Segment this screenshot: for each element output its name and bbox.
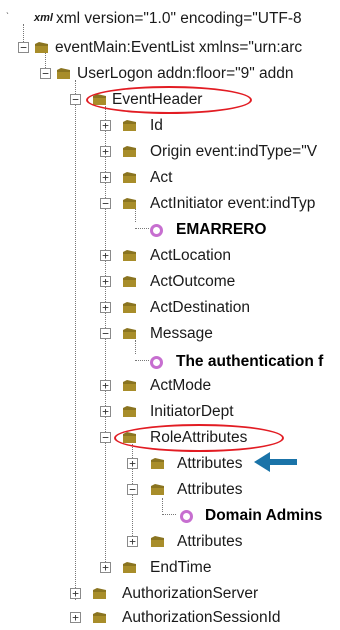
tree-node-end-time[interactable]: + EndTime: [0, 556, 340, 580]
highlight-ellipse: [86, 86, 252, 114]
folder-icon: [123, 328, 136, 339]
tree-node-id[interactable]: + Id: [0, 114, 340, 138]
collapse-icon[interactable]: −: [127, 484, 138, 495]
expand-icon[interactable]: +: [100, 302, 111, 313]
tree-node-act-outcome[interactable]: + ActOutcome: [0, 270, 340, 294]
tree-node-act-mode[interactable]: + ActMode: [0, 374, 340, 398]
folder-icon: [35, 42, 48, 53]
tree-node-act[interactable]: + Act: [0, 166, 340, 190]
tree-node-user-logon[interactable]: − UserLogon addn:floor="9" addn: [0, 62, 340, 86]
expand-icon[interactable]: +: [127, 458, 138, 469]
folder-icon: [151, 458, 164, 469]
node-value-label: Domain Admins: [205, 507, 323, 524]
tree-node-domain-admins[interactable]: Domain Admins: [0, 504, 340, 528]
folder-icon: [123, 380, 136, 391]
tree-node-initiator-dept[interactable]: + InitiatorDept: [0, 400, 340, 424]
caret-mark: ˎ: [6, 4, 10, 15]
collapse-icon[interactable]: −: [100, 432, 111, 443]
collapse-icon[interactable]: −: [40, 68, 51, 79]
collapse-icon[interactable]: −: [18, 42, 29, 53]
collapse-icon[interactable]: −: [70, 94, 81, 105]
text-value-icon: [180, 510, 193, 523]
folder-icon: [123, 562, 136, 573]
folder-icon: [123, 146, 136, 157]
tree-node-message[interactable]: − Message: [0, 322, 340, 346]
node-label: EndTime: [150, 559, 212, 576]
node-label: Message: [150, 325, 213, 342]
folder-icon: [123, 302, 136, 313]
expand-icon[interactable]: +: [100, 146, 111, 157]
expand-icon[interactable]: +: [100, 406, 111, 417]
node-label: AuthorizationSessionId: [122, 609, 281, 626]
node-label: Attributes: [177, 533, 243, 550]
folder-icon: [151, 536, 164, 547]
expand-icon[interactable]: +: [100, 172, 111, 183]
tree-node-root[interactable]: − eventMain:EventList xmlns="urn:arc: [0, 36, 340, 60]
tree-node-origin[interactable]: + Origin event:indType="V: [0, 140, 340, 164]
tree-node-act-location[interactable]: + ActLocation: [0, 244, 340, 268]
node-label: ActMode: [150, 377, 212, 394]
expand-icon[interactable]: +: [70, 612, 81, 623]
xml-tree-view: ˎ xml xml version="1.0" encoding="UTF-8 …: [0, 0, 340, 627]
expand-icon[interactable]: +: [127, 536, 138, 547]
node-label: InitiatorDept: [150, 403, 234, 420]
node-label: ActInitiator event:indTyp: [150, 195, 316, 212]
folder-icon: [93, 588, 106, 599]
expand-icon[interactable]: +: [70, 588, 81, 599]
folder-icon: [57, 68, 70, 79]
highlight-ellipse: [114, 424, 284, 452]
expand-icon[interactable]: +: [100, 276, 111, 287]
tree-node-act-initiator[interactable]: − ActInitiator event:indTyp: [0, 192, 340, 216]
expand-icon[interactable]: +: [100, 562, 111, 573]
tree-node-emarrero[interactable]: EMARRERO: [0, 218, 340, 242]
folder-icon: [123, 406, 136, 417]
expand-icon[interactable]: +: [100, 120, 111, 131]
tree-node-attributes-3[interactable]: + Attributes: [0, 530, 340, 554]
folder-icon: [123, 120, 136, 131]
node-label: ActLocation: [150, 247, 231, 264]
folder-icon: [151, 484, 164, 495]
folder-icon: [93, 612, 106, 623]
node-value-label: The authentication f: [176, 353, 324, 370]
collapse-icon[interactable]: −: [100, 328, 111, 339]
text-value-icon: [150, 224, 163, 237]
node-label: UserLogon addn:floor="9" addn: [77, 65, 294, 82]
node-label: ActDestination: [150, 299, 250, 316]
node-label: Attributes: [177, 481, 243, 498]
folder-icon: [123, 172, 136, 183]
expand-icon[interactable]: +: [100, 250, 111, 261]
folder-icon: [123, 276, 136, 287]
collapse-icon[interactable]: −: [100, 198, 111, 209]
xml-declaration-label: xml version="1.0" encoding="UTF-8: [56, 10, 302, 27]
tree-node-act-destination[interactable]: + ActDestination: [0, 296, 340, 320]
node-label: eventMain:EventList xmlns="urn:arc: [55, 39, 303, 56]
folder-icon: [123, 250, 136, 261]
node-label: ActOutcome: [150, 273, 236, 290]
folder-icon: [123, 198, 136, 209]
node-label: Id: [150, 117, 163, 134]
node-value-label: EMARRERO: [176, 221, 267, 238]
tree-node-authorization-session-id[interactable]: + AuthorizationSessionId: [0, 606, 340, 630]
pointer-arrow-icon: [254, 452, 297, 472]
expand-icon[interactable]: +: [100, 380, 111, 391]
node-label: Attributes: [177, 455, 243, 472]
node-label: Origin event:indType="V: [150, 143, 318, 160]
node-label: AuthorizationServer: [122, 585, 259, 602]
node-label: Act: [150, 169, 173, 186]
tree-node-message-value[interactable]: The authentication f: [0, 350, 340, 374]
tree-node-authorization-server[interactable]: + AuthorizationServer: [0, 582, 340, 606]
text-value-icon: [150, 356, 163, 369]
tree-node-attributes-2[interactable]: − Attributes: [0, 478, 340, 502]
xml-tag-icon: xml: [34, 12, 53, 24]
